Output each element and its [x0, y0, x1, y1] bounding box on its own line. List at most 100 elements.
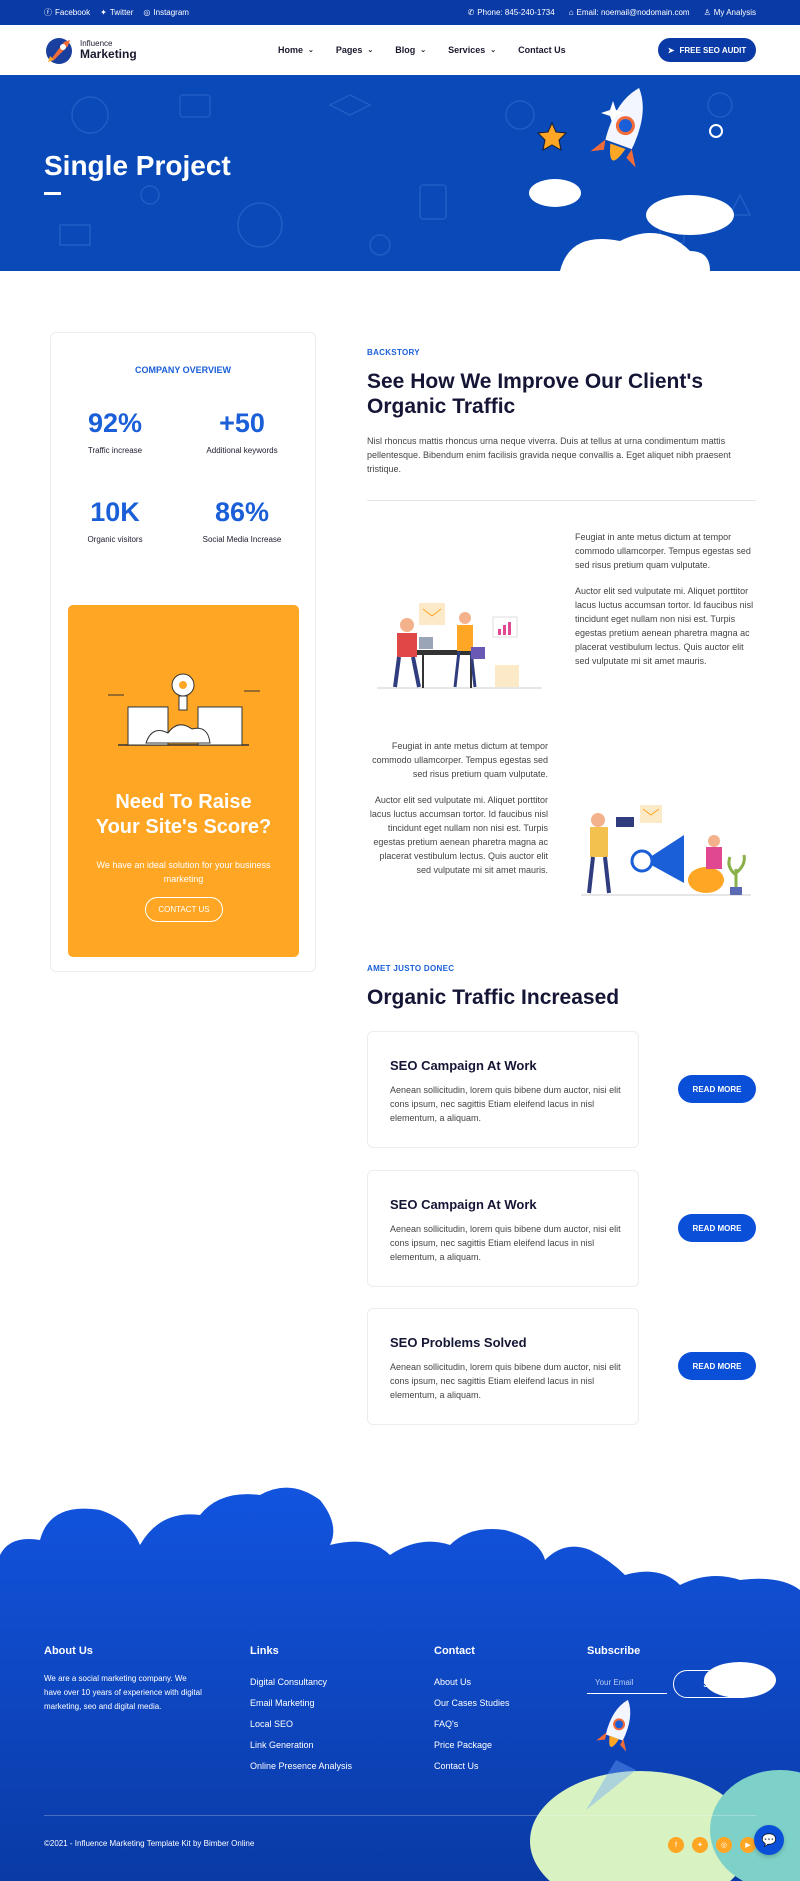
backstory-kicker: BACKSTORY [367, 348, 420, 357]
read-more-button[interactable]: READ MORE [678, 1075, 756, 1103]
footer-contact-link[interactable]: About Us [434, 1672, 564, 1693]
chevron-down-icon: ⌄ [367, 47, 374, 54]
rocket-logo-icon [44, 34, 76, 66]
chevron-down-icon: ⌄ [420, 47, 427, 54]
nav-home[interactable]: Home ⌄ [278, 45, 314, 55]
instagram-link[interactable]: ◎ Instagram [143, 8, 189, 17]
copyright-text: ©2021 - Influence Marketing Template Kit… [44, 1839, 255, 1848]
footer-contact-link[interactable]: Contact Us [434, 1756, 564, 1777]
footer-subscribe: Subscribe [587, 1645, 747, 1672]
instagram-label: Instagram [153, 8, 189, 17]
stat-visitors: 10K Organic visitors [55, 497, 175, 545]
footer-link[interactable]: Digital Consultancy [250, 1672, 410, 1693]
page-title: Single Project [44, 150, 231, 181]
service-title: SEO Problems Solved [390, 1335, 527, 1350]
footer-link[interactable]: Link Generation [250, 1735, 410, 1756]
chevron-down-icon: ⌄ [490, 47, 497, 54]
footer-about: About Us We are a social marketing compa… [44, 1645, 204, 1714]
nav-services-label: Services [448, 45, 486, 55]
stat-value: 10K [90, 497, 140, 527]
my-analysis-link[interactable]: ♙ My Analysis [704, 8, 756, 17]
read-more-button[interactable]: READ MORE [678, 1352, 756, 1380]
facebook-link[interactable]: ⓕ Facebook [44, 7, 90, 18]
phone-label: Phone: 845-240-1734 [477, 8, 555, 17]
stat-value: +50 [219, 408, 265, 438]
phone-info[interactable]: ✆ Phone: 845-240-1734 [468, 8, 555, 17]
stat-label: Traffic increase [87, 446, 143, 455]
footer-contact-link[interactable]: FAQ's [434, 1714, 564, 1735]
twitter-icon[interactable]: ✦ [692, 1837, 708, 1853]
lightbulb-illustration-icon [108, 673, 260, 746]
read-more-button[interactable]: READ MORE [678, 1214, 756, 1242]
promo-text: We have an ideal solution for your busin… [96, 860, 271, 884]
email-label: Email: noemail@nodomain.com [576, 8, 690, 17]
section-divider [367, 500, 756, 501]
footer-links-heading: Links [250, 1645, 279, 1657]
facebook-icon[interactable]: f [668, 1837, 684, 1853]
chat-bubble-icon[interactable]: 💬 [754, 1825, 784, 1855]
phone-icon: ✆ [467, 8, 475, 17]
page-hero: Single Project [0, 75, 800, 271]
promo-title-line1: Need To Raise [115, 791, 252, 813]
stat-social: 86% Social Media Increase [182, 497, 302, 545]
email-info[interactable]: ⌂ Email: noemail@nodomain.com [569, 8, 690, 17]
nav-blog[interactable]: Blog ⌄ [395, 45, 426, 55]
stat-label: Organic visitors [87, 535, 143, 544]
top-bar: ⓕ Facebook ✦ Twitter ◎ Instagram ✆ Phone: 84… [0, 0, 800, 25]
nav-home-label: Home [278, 45, 304, 55]
footer-links: Links Digital Consultancy Email Marketin… [250, 1645, 410, 1777]
primary-nav: Home ⌄ Pages ⌄ Blog ⌄ Services ⌄ Contact Us [278, 25, 588, 75]
footer-link[interactable]: Online Presence Analysis [250, 1756, 410, 1777]
traffic-kicker: AMET JUSTO DONEC [367, 964, 455, 973]
nav-contact[interactable]: Contact Us [518, 45, 566, 55]
service-text: Aenean sollicitudin, lorem quis bibene d… [390, 1085, 621, 1123]
nav-blog-label: Blog [395, 45, 416, 55]
footer-contact: Contact About Us Our Cases Studies FAQ's… [434, 1645, 564, 1777]
footer-link[interactable]: Email Marketing [250, 1693, 410, 1714]
service-card-1: SEO Campaign At Work Aenean sollicitudin… [367, 1031, 639, 1148]
service-text: Aenean sollicitudin, lorem quis bibene d… [390, 1362, 621, 1400]
footer-contact-link[interactable]: Price Package [434, 1735, 564, 1756]
stat-label: Additional keywords [206, 446, 278, 455]
backstory-paragraph-3: Feugiat in ante metus dictum at tempor c… [372, 741, 548, 779]
my-analysis-label: My Analysis [713, 8, 756, 17]
home-icon: ⌂ [568, 8, 574, 17]
footer-contact-link[interactable]: Our Cases Studies [434, 1693, 564, 1714]
logo-line2: Marketing [80, 47, 137, 61]
promo-box: Need To Raise Your Site's Score? We have … [68, 605, 299, 957]
footer-about-heading: About Us [44, 1645, 93, 1657]
nav-contact-label: Contact Us [518, 45, 566, 55]
overview-heading: COMPANY OVERVIEW [134, 365, 232, 375]
backstory-paragraph-2: Auctor elit sed vulputate mi. Aliquet po… [575, 586, 754, 666]
service-title: SEO Campaign At Work [390, 1058, 537, 1073]
site-logo[interactable]: Influence Marketing [44, 34, 137, 66]
backstory-paragraph-4: Auctor elit sed vulputate mi. Aliquet po… [369, 795, 548, 875]
send-button[interactable]: SEND [673, 1670, 756, 1698]
office-team-illustration-icon [377, 603, 542, 689]
nav-services[interactable]: Services ⌄ [448, 45, 496, 55]
nav-pages[interactable]: Pages ⌄ [336, 45, 373, 55]
footer-about-text: We are a social marketing company. We ha… [44, 1674, 202, 1711]
subscribe-email-input[interactable]: Your Email [587, 1672, 667, 1694]
send-icon: ➤ [667, 45, 675, 55]
user-icon: ♙ [703, 8, 711, 17]
stat-traffic: 92% Traffic increase [55, 408, 175, 456]
stat-label: Social Media Increase [202, 535, 282, 544]
instagram-icon[interactable]: ◎ [716, 1837, 732, 1853]
megaphone-marketing-illustration-icon [581, 805, 751, 896]
stat-value: 86% [214, 497, 270, 527]
twitter-icon: ✦ [100, 8, 107, 17]
service-text: Aenean sollicitudin, lorem quis bibene d… [390, 1224, 621, 1262]
footer-link[interactable]: Local SEO [250, 1714, 410, 1735]
twitter-label: Twitter [109, 8, 134, 17]
twitter-link[interactable]: ✦ Twitter [100, 8, 133, 17]
service-title: SEO Campaign At Work [390, 1197, 537, 1212]
backstory-title: See How We Improve Our Client's Organic T… [367, 369, 756, 419]
contact-us-button[interactable]: CONTACT US [145, 897, 223, 922]
free-seo-audit-button[interactable]: ➤ FREE SEO AUDIT [658, 38, 756, 62]
backstory-title-line1: See How We Improve Our Client's [367, 370, 704, 393]
footer-subscribe-heading: Subscribe [587, 1645, 641, 1657]
facebook-icon: ⓕ [44, 8, 52, 17]
stat-value: 92% [87, 408, 143, 438]
top-bar-contact: ✆ Phone: 845-240-1734 ⌂ Email: noemail@nod… [454, 8, 756, 17]
